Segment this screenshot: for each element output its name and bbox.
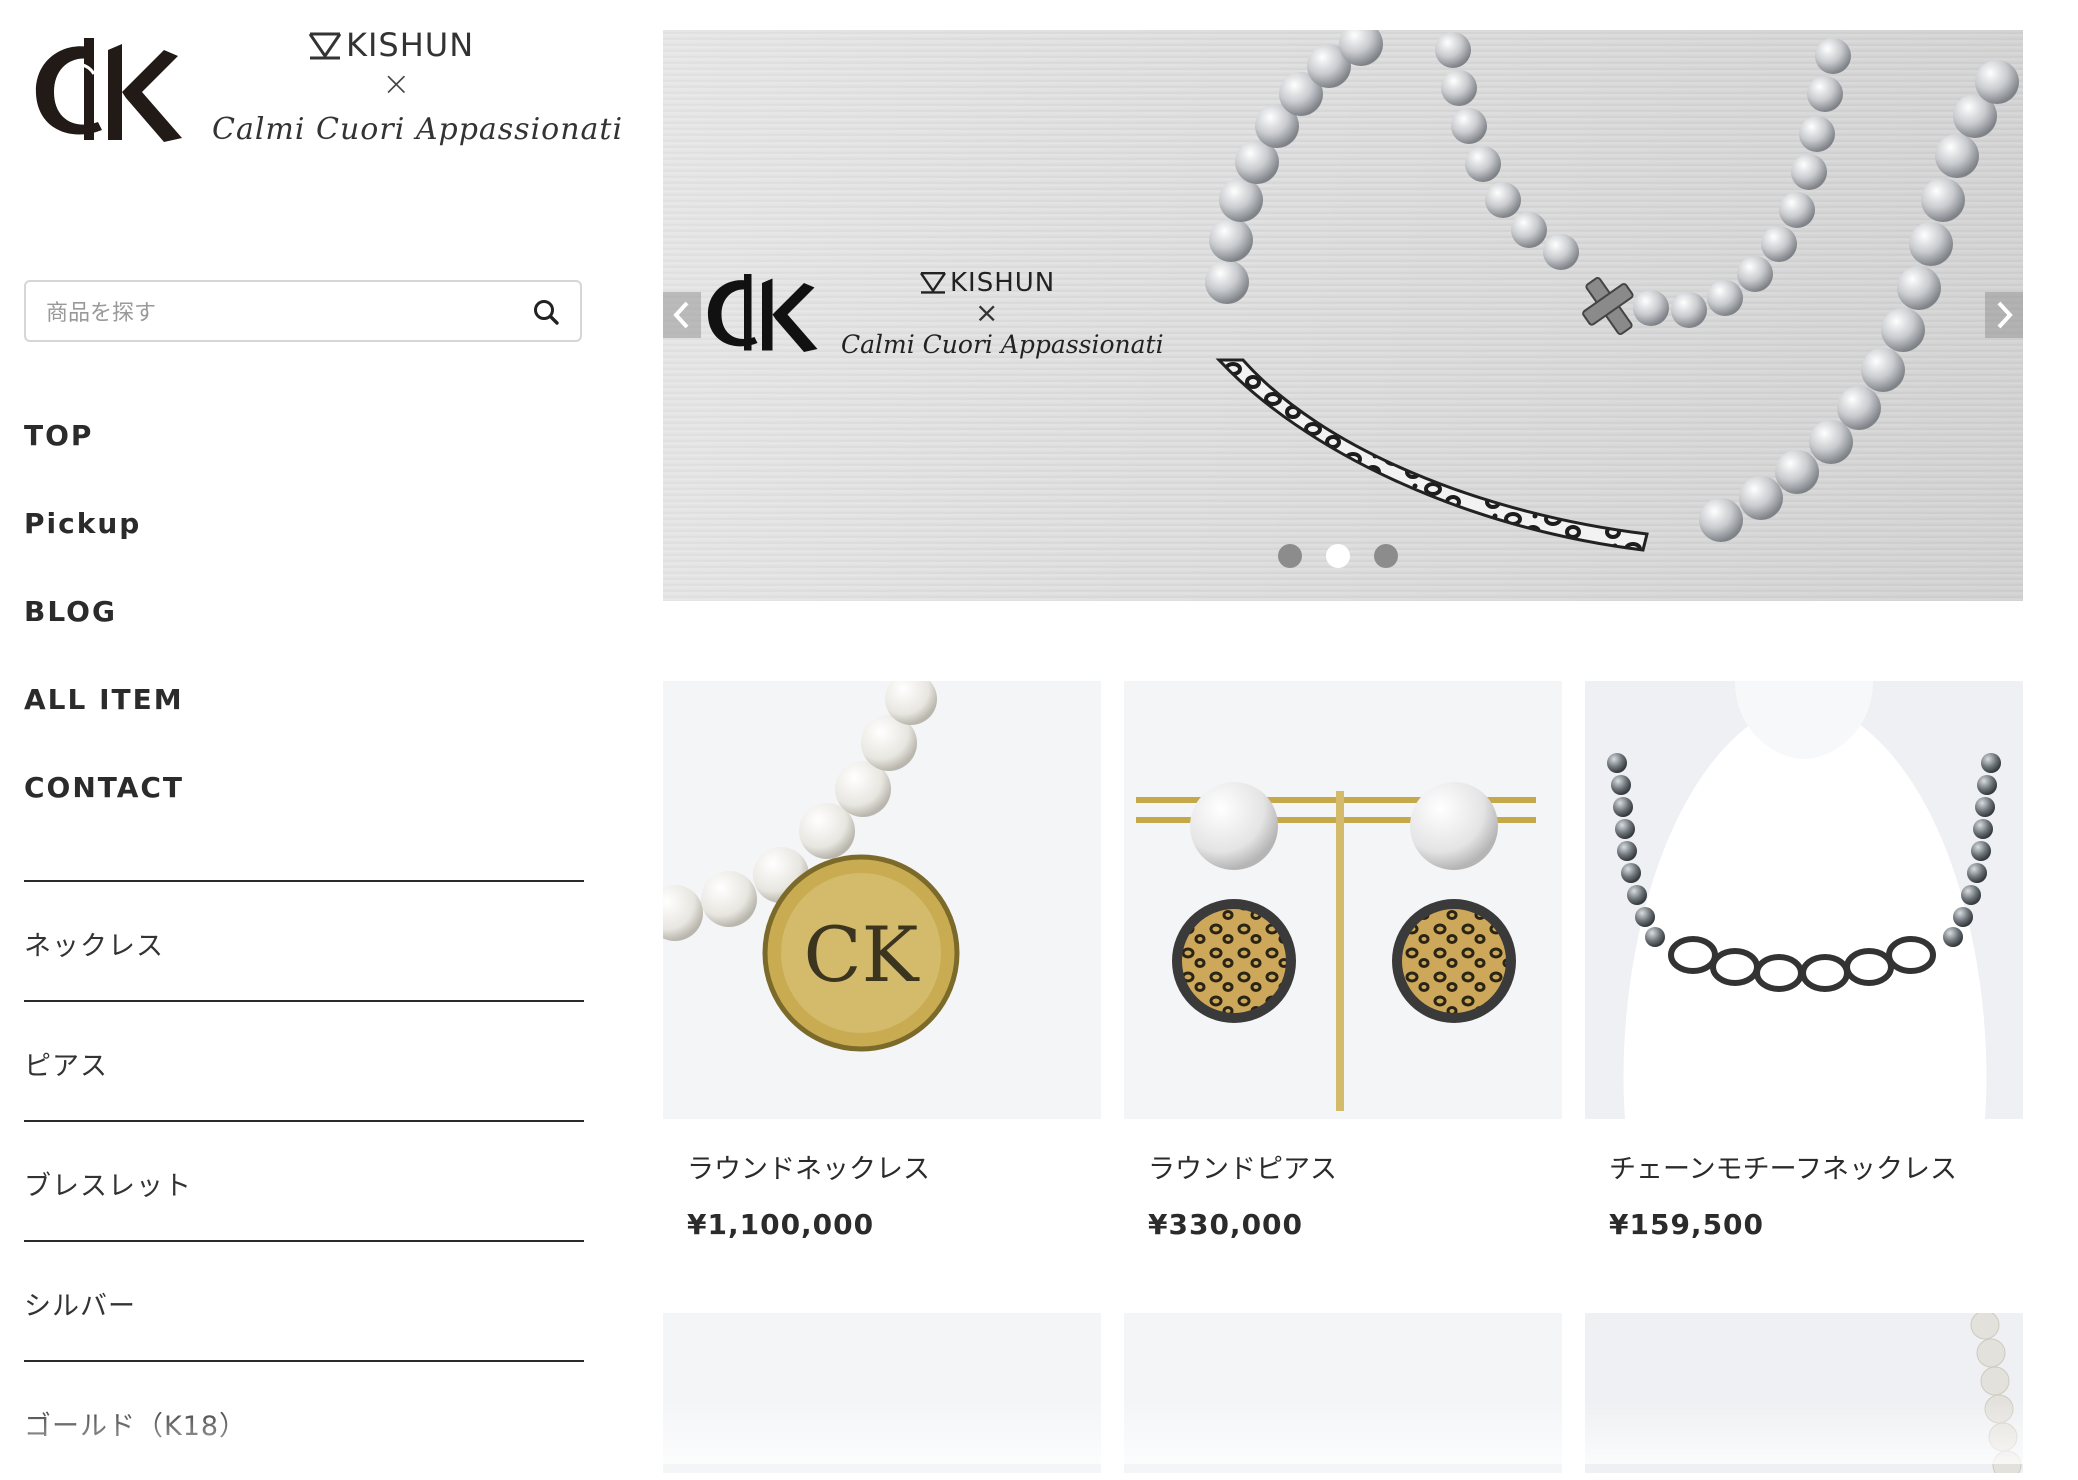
product-name: チェーンモチーフネックレス (1609, 1154, 1958, 1185)
slide-monogram-icon (707, 274, 818, 352)
kishun-v-icon (308, 32, 342, 60)
slider-dots (1278, 544, 1398, 568)
product-name: ラウンドピアス (1148, 1154, 1337, 1185)
product-card[interactable] (1585, 1313, 2023, 1473)
search-box (24, 280, 582, 342)
pearl-strand-outer (1205, 30, 2019, 542)
product-price: ¥330,000 (1148, 1208, 1304, 1241)
slide-image (1205, 30, 2019, 552)
product-image (1585, 681, 2023, 1119)
logo-script-text: Calmi Cuori Appassionati (212, 112, 624, 147)
nav-item-blog[interactable]: BLOG (24, 581, 584, 669)
slider-next-button[interactable] (1985, 292, 2023, 338)
category-necklace[interactable]: ネックレス (24, 880, 584, 1000)
product-image: CK (663, 681, 1101, 1119)
search-icon[interactable] (528, 294, 566, 332)
pearl-strand-inner (1435, 32, 1851, 328)
product-card[interactable] (663, 1313, 1101, 1473)
logo-cross: × (382, 64, 411, 104)
slide-script-text: Calmi Cuori Appassionati (841, 330, 1164, 359)
category-bracelet[interactable]: ブレスレット (24, 1120, 584, 1240)
site-logo[interactable]: KISHUN × Calmi Cuori Appassionati (24, 24, 622, 154)
slide-cross: × (975, 296, 999, 329)
category-silver[interactable]: シルバー (24, 1240, 584, 1360)
category-pierce[interactable]: ピアス (24, 1000, 584, 1120)
product-price: ¥159,500 (1609, 1208, 1765, 1241)
kishun-wordmark: KISHUN (308, 26, 474, 64)
chevron-left-icon (673, 301, 689, 329)
search-input[interactable] (44, 292, 508, 334)
nav-item-top[interactable]: TOP (24, 405, 584, 493)
product-card[interactable]: ラウンドピアス ¥330,000 (1124, 681, 1562, 1241)
monogram-logo-icon (35, 38, 182, 142)
svg-text:CK: CK (804, 910, 920, 999)
slide-kishun-wordmark: KISHUN (919, 268, 1055, 298)
nav-item-all-item[interactable]: ALL ITEM (24, 669, 584, 757)
product-card[interactable]: CK ラウンドネックレス ¥1,100,000 (663, 681, 1101, 1241)
nav-item-pickup[interactable]: Pickup (24, 493, 584, 581)
slide-kishun-v-icon (920, 272, 946, 294)
product-card[interactable]: チェーンモチーフネックレス ¥159,500 (1585, 681, 2023, 1241)
leopard-bar (1215, 358, 1649, 552)
chevron-right-icon (1997, 301, 2013, 329)
nav-item-contact[interactable]: CONTACT (24, 757, 584, 845)
hero-slider[interactable]: KISHUN × Calmi Cuori Appassionati (663, 30, 2023, 601)
sidebar: KISHUN × Calmi Cuori Appassionati TOP Pi… (24, 0, 622, 1464)
slider-dot-1[interactable] (1278, 544, 1302, 568)
main-nav: TOP Pickup BLOG ALL ITEM CONTACT (24, 405, 584, 845)
product-card[interactable] (1124, 1313, 1562, 1473)
category-gold-k18[interactable]: ゴールド（K18） (24, 1360, 584, 1480)
product-image (1585, 1313, 2023, 1473)
slider-dot-3[interactable] (1374, 544, 1398, 568)
slider-dot-2[interactable] (1326, 544, 1350, 568)
product-image (1124, 681, 1562, 1119)
product-image (1124, 1313, 1562, 1473)
product-name: ラウンドネックレス (687, 1154, 930, 1185)
category-nav: ネックレス ピアス ブレスレット シルバー ゴールド（K18） (24, 880, 584, 1480)
product-image (663, 1313, 1101, 1473)
product-price: ¥1,100,000 (687, 1208, 875, 1241)
slider-prev-button[interactable] (663, 292, 701, 338)
